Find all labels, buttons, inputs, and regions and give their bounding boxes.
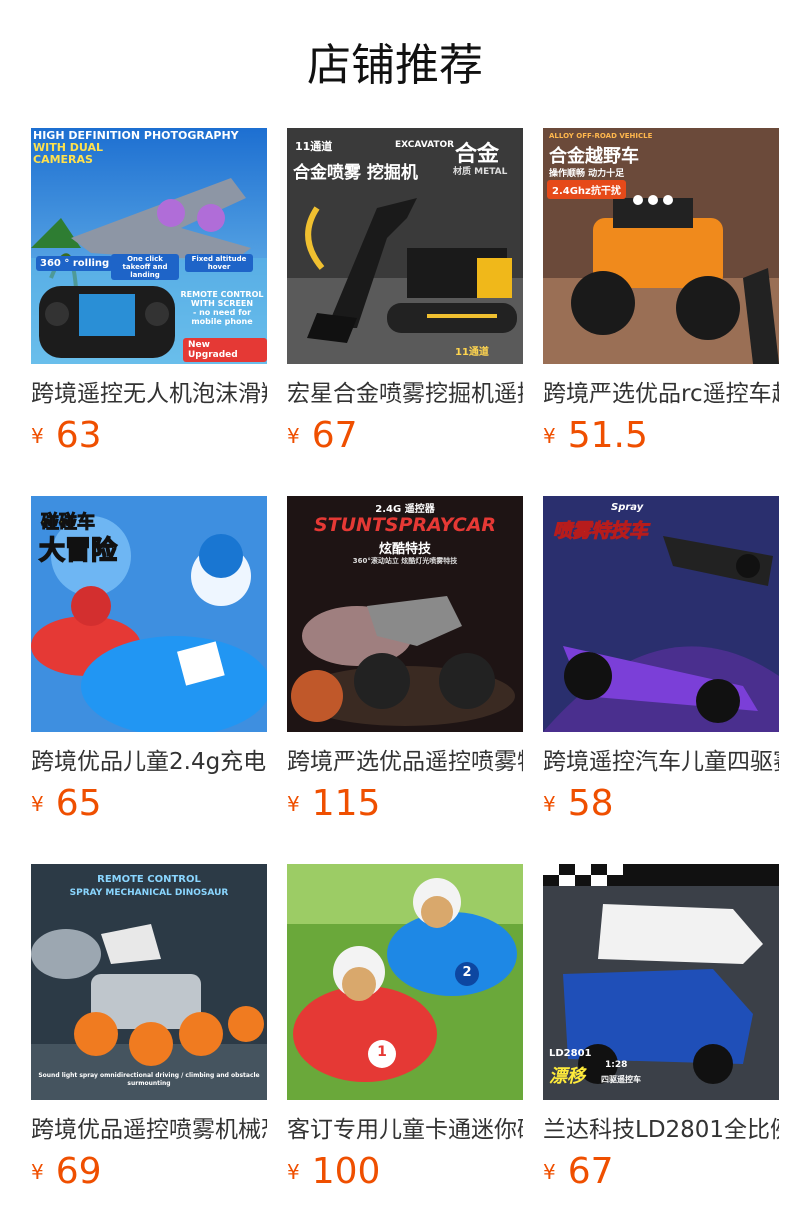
robot-dino-title: REMOTE CONTROL <box>97 874 201 885</box>
product-price: ¥63 <box>31 416 267 456</box>
product-image-robot-dino[interactable]: REMOTE CONTROL SPRAY MECHANICAL DINOSAUR… <box>31 864 267 1100</box>
product-image-bumper-cars[interactable]: 1 2 <box>287 864 523 1100</box>
drone-feature-badge: One click takeoff and landing <box>111 254 179 280</box>
product-image-race-car[interactable]: Spray 喷雾特技车 <box>543 496 779 732</box>
product-card[interactable]: 11通道 合金喷雾 挖掘机 EXCAVATOR 合金 材质 METAL 11通道… <box>287 128 523 456</box>
price-value: 100 <box>311 1151 381 1192</box>
currency-symbol: ¥ <box>543 792 556 816</box>
product-name[interactable]: 跨境优品遥控喷雾机械恐龙 <box>31 1114 267 1146</box>
offroad-sub-text: 操作顺畅 动力十足 <box>549 169 625 179</box>
drift-model-text: LD2801 <box>549 1048 592 1059</box>
currency-symbol: ¥ <box>543 424 556 448</box>
product-card[interactable]: REMOTE CONTROL SPRAY MECHANICAL DINOSAUR… <box>31 864 267 1192</box>
currency-symbol: ¥ <box>543 1160 556 1184</box>
price-value: 51.5 <box>567 415 648 456</box>
excavator-en-text: EXCAVATOR <box>395 140 455 150</box>
offroad-en-text: ALLOY OFF-ROAD VEHICLE <box>549 132 653 140</box>
product-card[interactable]: 1 2 客订专用儿童卡通迷你碰碰车 ¥100 <box>287 864 523 1192</box>
excavator-title-text: 合金喷雾 挖掘机 <box>293 163 418 183</box>
price-value: 67 <box>311 415 358 456</box>
product-price: ¥67 <box>543 1152 779 1192</box>
product-image-drift-car[interactable]: LD2801 漂移 1:28 四驱遥控车 <box>543 864 779 1100</box>
product-image-offroad[interactable]: ALLOY OFF-ROAD VEHICLE 合金越野车 操作顺畅 动力十足 2… <box>543 128 779 364</box>
product-name[interactable]: 跨境遥控汽车儿童四驱赛车 <box>543 746 779 778</box>
product-price: ¥65 <box>31 784 267 824</box>
drift-scale-text: 1:28 <box>605 1060 628 1070</box>
currency-symbol: ¥ <box>287 792 300 816</box>
product-image-bumper-boat[interactable]: 碰碰车 大冒险 <box>31 496 267 732</box>
price-value: 65 <box>55 783 102 824</box>
price-value: 63 <box>55 415 102 456</box>
robot-dino-subtitle: SPRAY MECHANICAL DINOSAUR <box>69 888 229 898</box>
price-value: 58 <box>567 783 614 824</box>
drone-feature-badge: Fixed altitude hover <box>185 254 253 272</box>
offroad-freq-badge: 2.4Ghz抗干扰 <box>547 180 626 199</box>
product-name[interactable]: 跨境严选优品rc遥控车越野 <box>543 378 779 410</box>
new-upgraded-badge: New Upgraded <box>183 338 267 362</box>
currency-symbol: ¥ <box>31 1160 44 1184</box>
channel-badge: 11通道 <box>455 347 489 358</box>
dino-cn-title: 炫酷特技 <box>378 542 431 557</box>
product-card[interactable]: Spray 喷雾特技车 跨境遥控汽车儿童四驱赛车 ¥58 <box>543 496 779 824</box>
car-number-2: 2 <box>462 965 472 980</box>
dino-sub-text: 360°滚动站立 炫酷灯光喷雾特技 <box>352 557 458 565</box>
drone-remote-text: REMOTE CONTROL WITH SCREEN - no need for … <box>180 290 264 326</box>
product-price: ¥69 <box>31 1152 267 1192</box>
price-value: 69 <box>55 1151 102 1192</box>
dino-en-title: STUNTSPRAYCAR <box>313 514 497 536</box>
race-en-text: Spray <box>611 502 644 513</box>
drift-title-text: 漂移 <box>549 1066 585 1087</box>
drone-headline-text: HIGH DEFINITION PHOTOGRAPHY WITH DUAL CA… <box>33 129 239 166</box>
price-value: 115 <box>311 783 381 824</box>
currency-symbol: ¥ <box>31 792 44 816</box>
currency-symbol: ¥ <box>31 424 44 448</box>
excavator-channel-text: 11通道 <box>295 140 333 153</box>
product-name[interactable]: 客订专用儿童卡通迷你碰碰车 <box>287 1114 523 1146</box>
product-price: ¥51.5 <box>543 416 779 456</box>
product-name[interactable]: 兰达科技LD2801全比例漂移车 <box>543 1114 779 1146</box>
metal-badge-sub: 材质 METAL <box>453 167 508 177</box>
currency-symbol: ¥ <box>287 424 300 448</box>
product-card[interactable]: ALLOY OFF-ROAD VEHICLE 合金越野车 操作顺畅 动力十足 2… <box>543 128 779 456</box>
product-price: ¥100 <box>287 1152 523 1192</box>
price-value: 67 <box>567 1151 614 1192</box>
car-number-1: 1 <box>377 1044 387 1060</box>
product-card[interactable]: LD2801 漂移 1:28 四驱遥控车 兰达科技LD2801全比例漂移车 ¥6… <box>543 864 779 1192</box>
product-price: ¥115 <box>287 784 523 824</box>
dino-remote-text: 2.4G 遥控器 <box>375 504 435 515</box>
product-name[interactable]: 宏星合金喷雾挖掘机遥控车 <box>287 378 523 410</box>
currency-symbol: ¥ <box>287 1160 300 1184</box>
boat-title-main: 大冒险 <box>38 535 118 567</box>
product-card[interactable]: HIGH DEFINITION PHOTOGRAPHY WITH DUAL CA… <box>31 128 267 456</box>
product-image-excavator[interactable]: 11通道 合金喷雾 挖掘机 EXCAVATOR 合金 材质 METAL 11通道 <box>287 128 523 364</box>
race-title-text: 喷雾特技车 <box>552 520 649 543</box>
offroad-title-text: 合金越野车 <box>549 146 639 167</box>
product-name[interactable]: 跨境遥控无人机泡沫滑翔机 <box>31 378 267 410</box>
robot-dino-caption: Sound light spray omnidirectional drivin… <box>38 1072 260 1087</box>
product-name[interactable]: 跨境优品儿童2.4g充电遥控车 <box>31 746 267 778</box>
product-price: ¥67 <box>287 416 523 456</box>
product-price: ¥58 <box>543 784 779 824</box>
drone-feature-badge: 360 ° rolling <box>36 256 114 271</box>
product-card[interactable]: 2.4G 遥控器 STUNTSPRAYCAR 炫酷特技 360°滚动站立 炫酷灯… <box>287 496 523 824</box>
product-name[interactable]: 跨境严选优品遥控喷雾特技车 <box>287 746 523 778</box>
product-image-drone[interactable]: HIGH DEFINITION PHOTOGRAPHY WITH DUAL CA… <box>31 128 267 364</box>
product-image-dino-car[interactable]: 2.4G 遥控器 STUNTSPRAYCAR 炫酷特技 360°滚动站立 炫酷灯… <box>287 496 523 732</box>
section-title: 店铺推荐 <box>307 40 483 91</box>
product-card[interactable]: 碰碰车 大冒险 跨境优品儿童2.4g充电遥控车 ¥65 <box>31 496 267 824</box>
drift-sub-text: 四驱遥控车 <box>601 1075 641 1084</box>
